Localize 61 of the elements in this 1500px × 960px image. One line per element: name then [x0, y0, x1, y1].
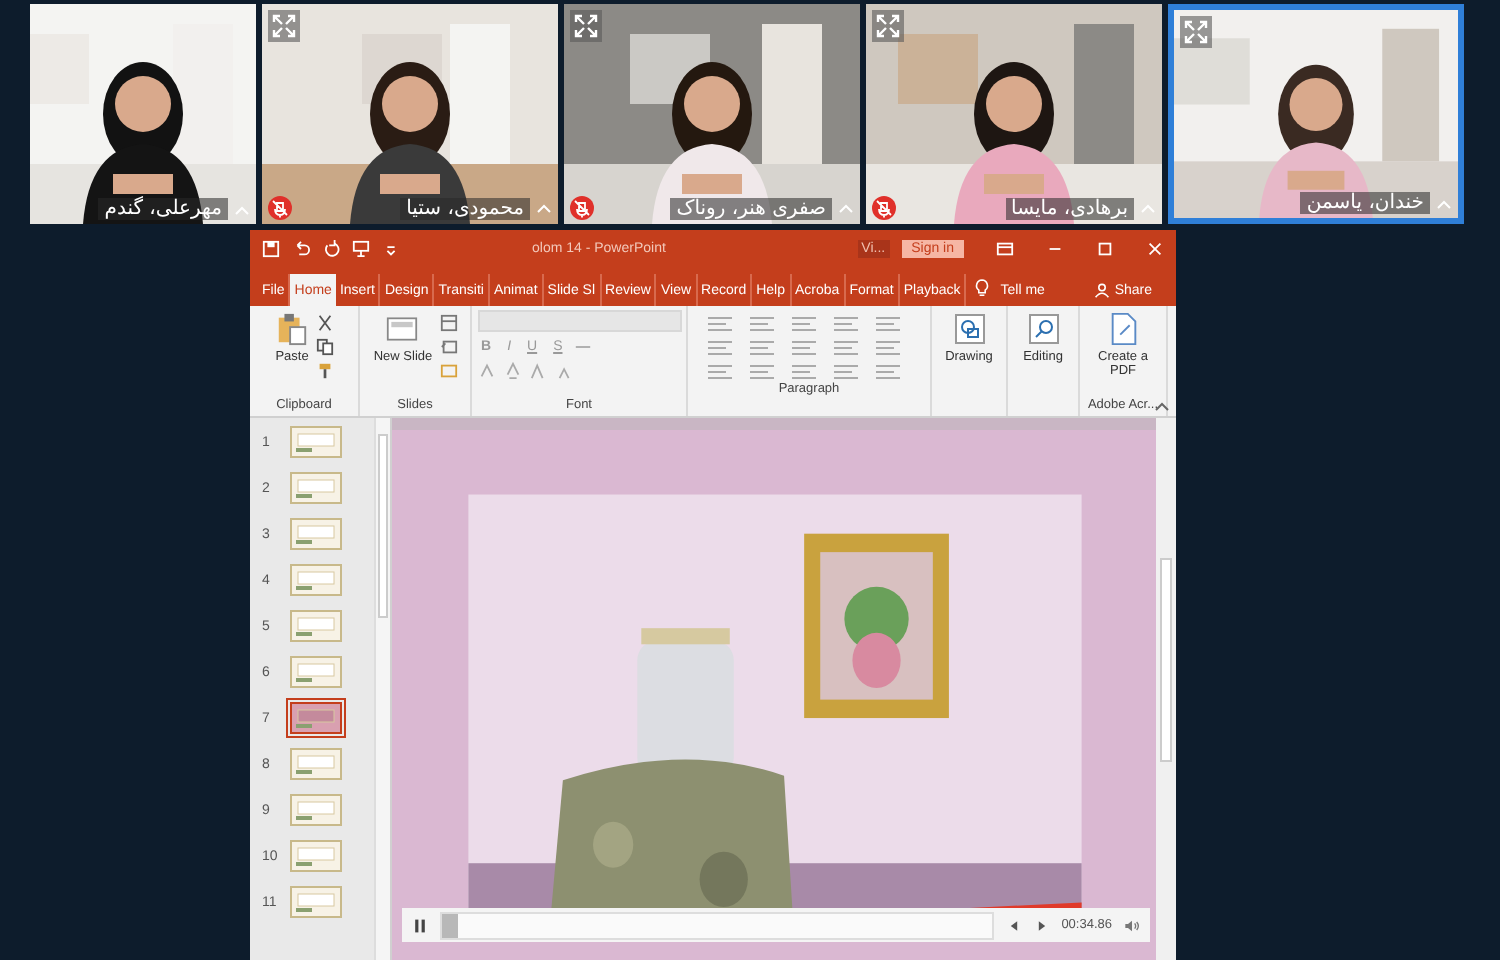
video-tile[interactable]: برهادی، مایسا	[866, 4, 1162, 224]
slide-icon	[386, 312, 419, 346]
close-icon[interactable]	[1146, 239, 1164, 257]
volume-icon[interactable]	[1124, 917, 1140, 933]
ribbon-display-icon[interactable]	[996, 239, 1014, 257]
collapse-ribbon-icon[interactable]	[1154, 400, 1170, 412]
maximize-icon[interactable]	[1096, 239, 1114, 257]
person-icon	[1094, 282, 1111, 298]
skip-back-icon[interactable]	[1005, 917, 1022, 933]
scrollbar[interactable]	[374, 418, 390, 960]
font-name-field[interactable]	[477, 310, 681, 332]
text-effects-icon[interactable]	[477, 362, 495, 380]
clipboard-icon	[276, 312, 308, 346]
participant-name: مهرعلی، گندم	[98, 198, 228, 220]
slide-thumbnail[interactable]	[290, 702, 342, 734]
expand-icon[interactable]	[872, 10, 904, 42]
cut-icon[interactable]	[316, 314, 335, 332]
slide-thumbnail[interactable]	[290, 564, 342, 596]
lightbulb-icon	[974, 278, 991, 298]
copy-icon[interactable]	[316, 338, 335, 356]
pdf-document-icon	[1107, 312, 1139, 346]
slide-thumbnail[interactable]	[290, 794, 342, 826]
participant-name: محمودی، ستیا	[400, 197, 530, 219]
font-color-icon[interactable]	[503, 362, 521, 380]
skip-forward-icon[interactable]	[1033, 917, 1050, 933]
slide-thumbnail[interactable]	[290, 518, 342, 550]
presentation-icon[interactable]	[352, 239, 370, 257]
redo-icon[interactable]	[322, 239, 340, 257]
participant-name: خندان، یاسمن	[1300, 192, 1430, 214]
chevron-up-icon[interactable]	[1436, 197, 1452, 209]
slide-thumbnail[interactable]	[290, 610, 342, 642]
search-icon	[1027, 312, 1059, 346]
scrollbar[interactable]	[1156, 418, 1176, 960]
slide-thumbnail[interactable]	[290, 886, 342, 918]
slide-thumbnail[interactable]	[290, 656, 342, 688]
chevron-up-icon[interactable]	[838, 202, 854, 214]
pause-icon[interactable]	[412, 917, 428, 933]
participant-name: صفری هنر، روناک	[670, 197, 832, 219]
section-icon[interactable]	[440, 362, 459, 380]
chevron-up-icon[interactable]	[536, 202, 552, 214]
grow-font-icon[interactable]	[529, 362, 547, 380]
video-tile[interactable]: محمودی، ستیا	[262, 4, 558, 224]
save-icon[interactable]	[262, 239, 280, 257]
video-tile[interactable]: مهرعلی، گندم	[30, 4, 256, 224]
video-tile[interactable]: خندان، یاسمن	[1168, 4, 1464, 224]
participant-name: برهادی، مایسا	[1005, 197, 1134, 219]
undo-icon[interactable]	[292, 239, 310, 257]
format-painter-icon[interactable]	[316, 362, 335, 380]
layout-icon[interactable]	[440, 314, 459, 332]
slide-thumbnail[interactable]	[290, 748, 342, 780]
slide-thumbnail[interactable]	[290, 840, 342, 872]
progress-thumb[interactable]	[442, 913, 459, 937]
reset-icon[interactable]	[440, 338, 459, 356]
expand-icon[interactable]	[1180, 16, 1212, 48]
slide-thumbnail[interactable]	[290, 426, 342, 458]
expand-icon[interactable]	[268, 10, 300, 42]
expand-icon[interactable]	[570, 10, 602, 42]
shrink-font-icon[interactable]	[555, 362, 573, 380]
shapes-icon	[953, 312, 985, 346]
video-tile[interactable]: صفری هنر، روناک	[564, 4, 860, 224]
slide-thumbnail[interactable]	[290, 472, 342, 504]
